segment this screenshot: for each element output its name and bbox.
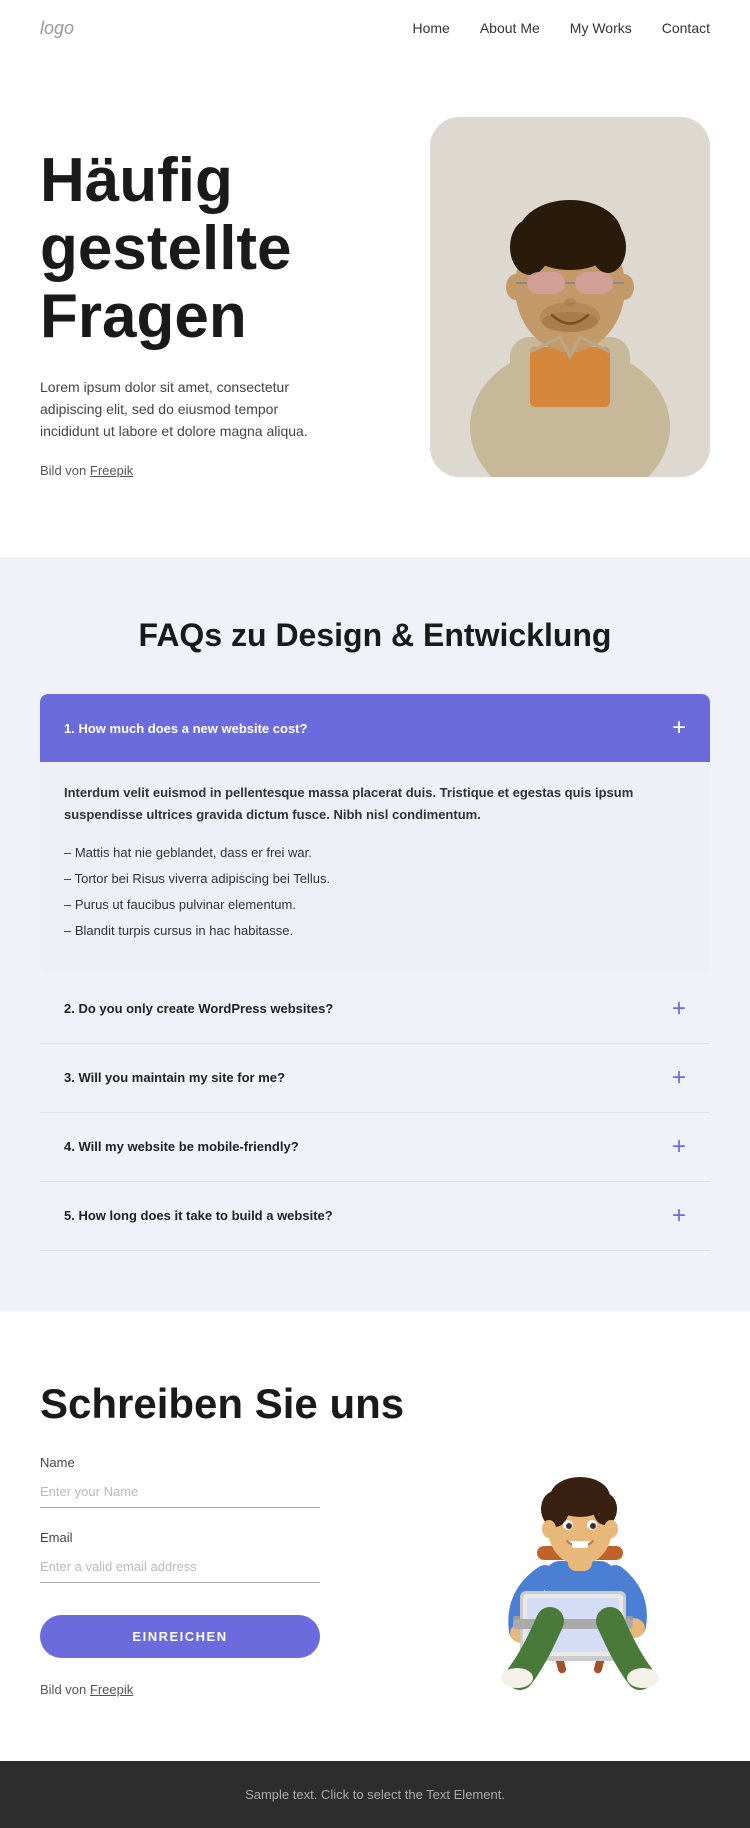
email-label: Email xyxy=(40,1530,420,1545)
faq-answer-1: Interdum velit euismod in pellentesque m… xyxy=(40,762,710,975)
faq-plus-icon-4: + xyxy=(672,1135,686,1159)
faq-plus-icon-1: + xyxy=(672,716,686,740)
nav-home[interactable]: Home xyxy=(412,20,449,36)
logo: logo xyxy=(40,18,74,39)
name-input[interactable] xyxy=(40,1476,320,1508)
contact-form-area: Schreiben Sie uns Name Email EINREICHEN … xyxy=(40,1381,420,1697)
faq-item-4: 4. Will my website be mobile-friendly? + xyxy=(40,1113,710,1182)
navbar: logo Home About Me My Works Contact xyxy=(0,0,750,57)
submit-button[interactable]: EINREICHEN xyxy=(40,1615,320,1658)
nav-links: Home About Me My Works Contact xyxy=(412,20,710,38)
nav-works[interactable]: My Works xyxy=(570,20,632,36)
footer-text: Sample text. Click to select the Text El… xyxy=(245,1787,505,1802)
faq-list: 1. How much does a new website cost? + I… xyxy=(40,694,710,1251)
faq-plus-icon-5: + xyxy=(672,1204,686,1228)
faq-item-5: 5. How long does it take to build a webs… xyxy=(40,1182,710,1251)
faq-answer-list-1: Mattis hat nie geblandet, dass er frei w… xyxy=(64,840,686,944)
faq-question-5[interactable]: 5. How long does it take to build a webs… xyxy=(40,1182,710,1250)
nav-about[interactable]: About Me xyxy=(480,20,540,36)
footer: Sample text. Click to select the Text El… xyxy=(0,1761,750,1828)
contact-illustration xyxy=(450,1381,710,1701)
hero-section: Häufig gestellte Fragen Lorem ipsum dolo… xyxy=(0,57,750,557)
hero-title: Häufig gestellte Fragen xyxy=(40,147,410,352)
faq-question-3[interactable]: 3. Will you maintain my site for me? + xyxy=(40,1044,710,1112)
email-form-group: Email xyxy=(40,1530,420,1583)
nav-contact[interactable]: Contact xyxy=(662,20,710,36)
hero-image xyxy=(430,117,710,477)
contact-credit: Bild von Freepik xyxy=(40,1682,420,1697)
faq-question-2[interactable]: 2. Do you only create WordPress websites… xyxy=(40,975,710,1043)
name-label: Name xyxy=(40,1455,420,1470)
faq-section: FAQs zu Design & Entwicklung 1. How much… xyxy=(0,557,750,1311)
faq-plus-icon-3: + xyxy=(672,1066,686,1090)
faq-item-3: 3. Will you maintain my site for me? + xyxy=(40,1044,710,1113)
contact-freepik-link[interactable]: Freepik xyxy=(90,1682,133,1697)
faq-item-2: 2. Do you only create WordPress websites… xyxy=(40,975,710,1044)
hero-credit: Bild von Freepik xyxy=(40,463,410,478)
faq-section-title: FAQs zu Design & Entwicklung xyxy=(40,617,710,654)
faq-question-1[interactable]: 1. How much does a new website cost? + xyxy=(40,694,710,762)
faq-item-1: 1. How much does a new website cost? + I… xyxy=(40,694,710,975)
contact-title: Schreiben Sie uns xyxy=(40,1381,420,1427)
hero-text: Häufig gestellte Fragen Lorem ipsum dolo… xyxy=(40,117,410,478)
name-form-group: Name xyxy=(40,1455,420,1508)
hero-freepik-link[interactable]: Freepik xyxy=(90,463,133,478)
hero-description: Lorem ipsum dolor sit amet, consectetur … xyxy=(40,376,340,443)
faq-question-4[interactable]: 4. Will my website be mobile-friendly? + xyxy=(40,1113,710,1181)
contact-section: Schreiben Sie uns Name Email EINREICHEN … xyxy=(0,1311,750,1761)
faq-plus-icon-2: + xyxy=(672,997,686,1021)
